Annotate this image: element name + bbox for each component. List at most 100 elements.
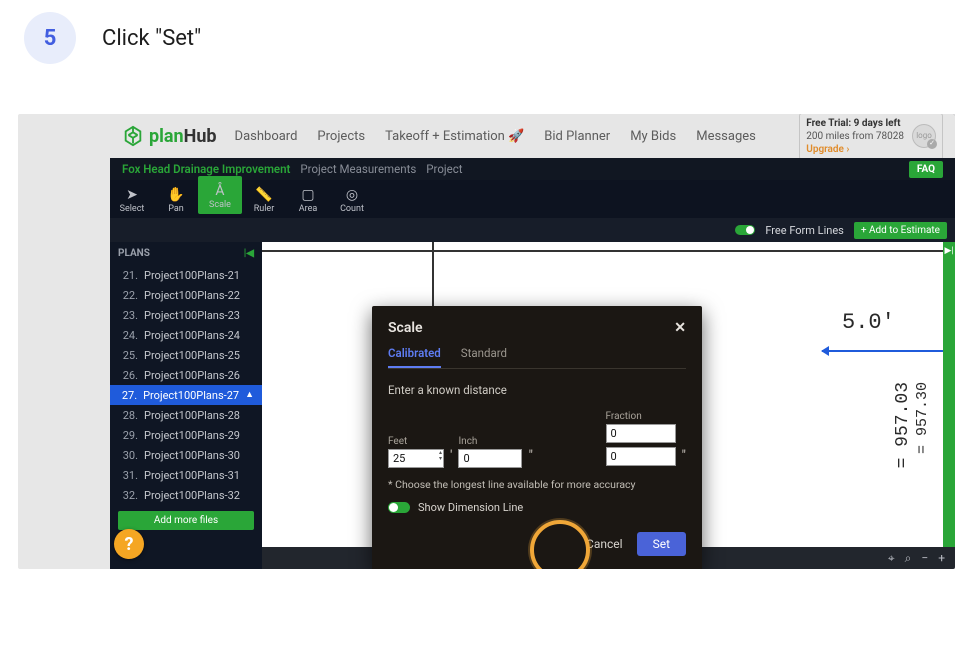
plan-item[interactable]: 31. Project100Plans-31 xyxy=(110,465,262,485)
area-icon: ▢ xyxy=(301,188,314,202)
label-fraction: Fraction xyxy=(606,411,676,422)
plan-num: 28. xyxy=(118,409,138,422)
faq-button[interactable]: FAQ xyxy=(909,161,943,178)
plan-name: Project100Plans-32 xyxy=(144,489,240,502)
plans-title: PLANS xyxy=(118,248,150,259)
plan-item[interactable]: 26.Project100Plans-26 xyxy=(110,365,262,385)
set-button[interactable]: Set xyxy=(637,532,686,556)
plan-name: Project100Plans-24 xyxy=(144,329,240,342)
options-strip: Free Form Lines + Add to Estimate xyxy=(110,218,955,242)
plan-num: 24. xyxy=(118,329,138,342)
add-more-files-button[interactable]: Add more files xyxy=(118,511,254,530)
brand-icon xyxy=(122,125,144,147)
crumb-project[interactable]: Fox Head Drainage Improvement xyxy=(122,162,290,176)
add-to-estimate-button[interactable]: + Add to Estimate xyxy=(854,222,947,239)
trial-line2: 200 miles from 78028 xyxy=(806,130,904,143)
tool-bar: ➤Select ✋Pan ÅScale 📏Ruler ▢Area ◎Count xyxy=(110,180,955,218)
rail-collapse-icon[interactable]: ▶| xyxy=(943,242,955,256)
crumb-measurements[interactable]: Project Measurements xyxy=(300,162,416,176)
bp-label-r2: = 957.30 xyxy=(914,382,931,454)
nav-takeoff[interactable]: Takeoff + Estimation 🚀 xyxy=(385,129,524,144)
locate-icon[interactable]: ⌖ xyxy=(888,551,895,566)
zoom-icon[interactable]: ⌕ xyxy=(905,551,912,566)
input-fraction-num[interactable] xyxy=(606,424,676,443)
plan-num: 25. xyxy=(118,349,138,362)
collapse-sidebar-icon[interactable]: |◀ xyxy=(244,248,254,259)
plan-name: Project100Plans-25 xyxy=(144,349,240,362)
input-inch[interactable] xyxy=(458,449,522,468)
zoom-out-button[interactable]: − xyxy=(921,551,928,565)
input-fraction-den[interactable] xyxy=(606,447,676,466)
zoom-in-button[interactable]: + xyxy=(938,551,945,565)
tool-area[interactable]: ▢Area xyxy=(286,188,330,214)
plan-item[interactable]: 32. Project100Plans-32 xyxy=(110,485,262,505)
inch-mark: " xyxy=(528,448,532,464)
help-bubble[interactable]: ? xyxy=(114,529,144,559)
right-rail[interactable]: ▶| xyxy=(943,242,955,547)
tool-count[interactable]: ◎Count xyxy=(330,188,374,214)
label-inch: Inch xyxy=(458,436,522,447)
feet-mark: ' xyxy=(450,448,452,464)
dimension-line xyxy=(822,350,955,352)
nav-dashboard[interactable]: Dashboard xyxy=(235,129,298,144)
show-dimension-label: Show Dimension Line xyxy=(418,501,523,514)
cancel-button[interactable]: Cancel xyxy=(586,537,623,551)
plan-name: Project100Plans-27 xyxy=(143,389,239,402)
step-instruction: Click "Set" xyxy=(102,26,201,51)
modal-close-icon[interactable]: ✕ xyxy=(674,320,686,336)
nav-projects[interactable]: Projects xyxy=(317,129,365,144)
bp-label-distance: 5.0' xyxy=(842,310,895,335)
nav-messages[interactable]: Messages xyxy=(696,129,756,144)
step-number-badge: 5 xyxy=(24,12,76,64)
plan-item[interactable]: 28. Project100Plans-28 xyxy=(110,405,262,425)
plan-name: Project100Plans-28 xyxy=(144,409,240,422)
plan-item[interactable]: 22. Project100Plans-22 xyxy=(110,285,262,305)
screenshot-container: planHub Dashboard Projects Takeoff + Est… xyxy=(18,114,955,569)
accuracy-hint: * Choose the longest line available for … xyxy=(388,478,686,491)
brand-logo[interactable]: planHub xyxy=(122,125,217,147)
hand-icon: ✋ xyxy=(167,188,184,202)
free-form-toggle[interactable] xyxy=(735,225,755,235)
plan-name: Project100Plans-30 xyxy=(144,449,240,462)
rocket-icon: 🚀 xyxy=(508,129,524,144)
plan-num: 30. xyxy=(118,449,138,462)
tool-pan[interactable]: ✋Pan xyxy=(154,188,198,214)
plan-name: Project100Plans-31 xyxy=(144,469,240,482)
plan-name: Project100Plans-23 xyxy=(144,309,240,322)
tool-scale[interactable]: ÅScale xyxy=(198,176,242,214)
plan-item[interactable]: 25. Project100Plans-25 xyxy=(110,345,262,365)
trial-line1: Free Trial: 9 days left xyxy=(806,117,904,130)
compass-icon: Å xyxy=(215,184,224,198)
plan-num: 31. xyxy=(118,469,138,482)
plan-item[interactable]: 24. Project100Plans-24 xyxy=(110,325,262,345)
plan-num: 23. xyxy=(118,309,138,322)
plan-name: Project100Plans-22 xyxy=(144,289,240,302)
ruler-icon: 📏 xyxy=(255,188,272,202)
plan-num: 22. xyxy=(118,289,138,302)
tool-ruler[interactable]: 📏Ruler xyxy=(242,188,286,214)
tab-standard[interactable]: Standard xyxy=(461,346,507,368)
plan-item[interactable]: 30. Project100Plans-30 xyxy=(110,445,262,465)
plan-num: 29. xyxy=(118,429,138,442)
nav-bid-planner[interactable]: Bid Planner xyxy=(544,129,610,144)
plan-item[interactable]: 23. Project100Plans-23 xyxy=(110,305,262,325)
trial-upgrade[interactable]: Upgrade › xyxy=(806,143,904,156)
tab-calibrated[interactable]: Calibrated xyxy=(388,346,441,368)
plan-item[interactable]: 29.Project100Plans-29 xyxy=(110,425,262,445)
plan-num: 26. xyxy=(118,369,138,382)
plan-item[interactable]: 27. Project100Plans-27 ▲ xyxy=(110,385,262,405)
trial-banner[interactable]: Free Trial: 9 days left 200 miles from 7… xyxy=(799,114,943,160)
plan-num: 27. xyxy=(118,389,137,402)
plan-item[interactable]: 21.Project100Plans-21 xyxy=(110,265,262,285)
bp-label-r1: = 957.03 xyxy=(893,382,913,468)
user-avatar[interactable]: logo xyxy=(912,124,936,148)
show-dimension-toggle[interactable] xyxy=(388,502,410,513)
tool-select[interactable]: ➤Select xyxy=(110,188,154,214)
plan-num: 32. xyxy=(118,489,138,502)
brand-text-right: Hub xyxy=(184,126,217,147)
selected-caret-icon: ▲ xyxy=(245,389,254,402)
input-feet[interactable] xyxy=(388,449,444,468)
nav-my-bids[interactable]: My Bids xyxy=(630,129,676,144)
plans-sidebar: PLANS |◀ 21.Project100Plans-21 22. Project… xyxy=(110,242,262,569)
crumb-proj[interactable]: Project xyxy=(426,162,462,176)
